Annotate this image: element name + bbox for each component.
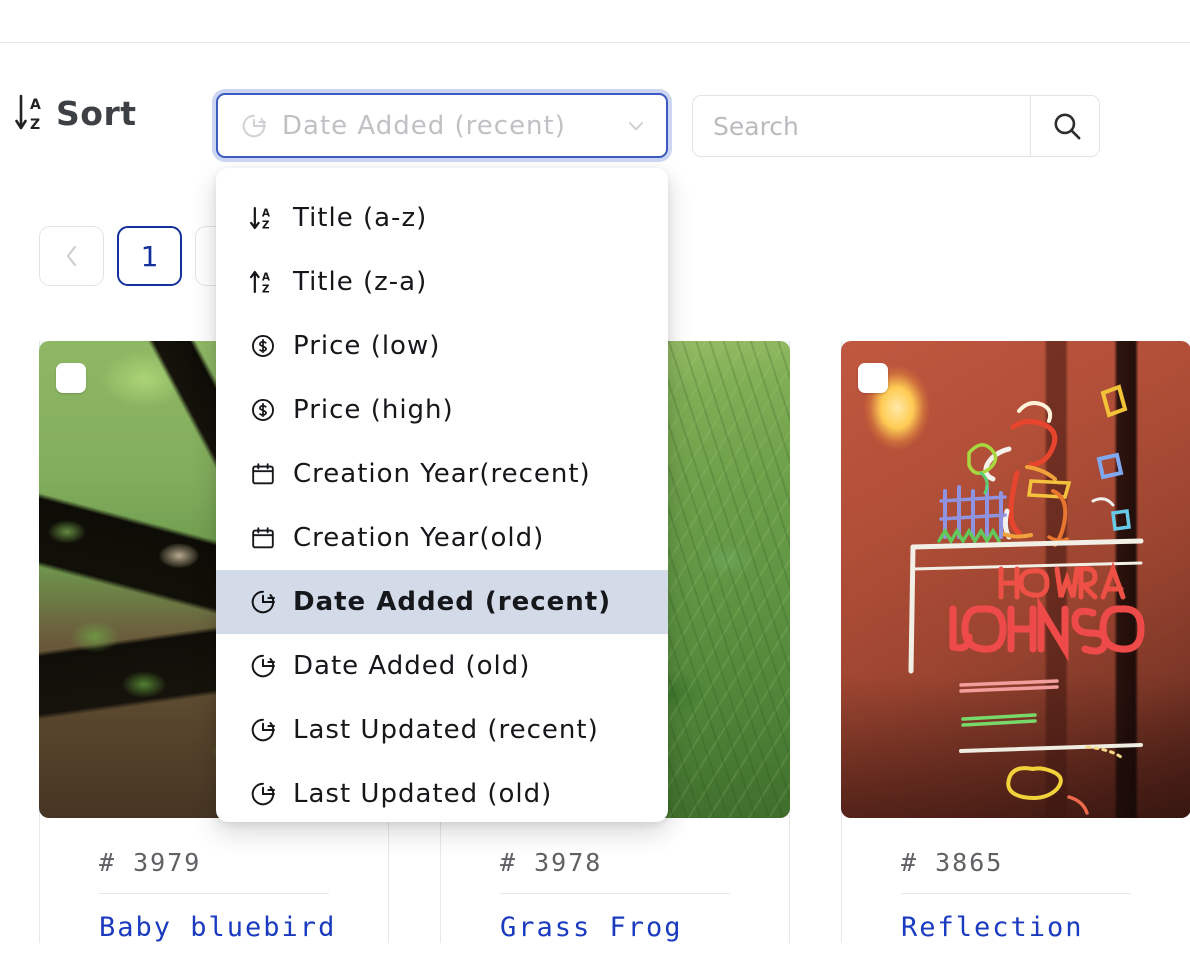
dollar-circle-icon (252, 399, 274, 421)
search-input[interactable] (693, 96, 1030, 156)
sort-menu-item[interactable]: Price (low) (216, 314, 668, 378)
card-title-link[interactable]: Reflection (901, 912, 1190, 943)
card-id: # 3979 (99, 848, 202, 877)
sort-menu-item[interactable]: Date Added (old) (216, 634, 668, 698)
sort-select-value: Date Added (recent) (282, 110, 566, 141)
sort-label-group: A Z Sort (14, 92, 137, 134)
card-id: # 3978 (500, 848, 603, 877)
sort-menu-item[interactable]: Price (high) (216, 378, 668, 442)
card-body: # 3979 Baby bluebird (40, 818, 388, 943)
chevron-left-icon (66, 246, 76, 266)
svg-text:A: A (30, 97, 41, 113)
sort-menu-item[interactable]: Last Updated (recent) (216, 698, 668, 762)
clock-history-icon (251, 590, 275, 614)
search-button[interactable] (1030, 96, 1099, 156)
svg-text:A: A (262, 207, 271, 219)
sort-menu-item-label: Title (a-z) (293, 203, 428, 233)
sort-menu-item-label: Date Added (old) (293, 651, 531, 681)
card-select-checkbox[interactable] (56, 363, 86, 393)
search-icon (1054, 113, 1080, 140)
dollar-circle-icon (252, 335, 274, 357)
sort-menu-item-label: Last Updated (recent) (293, 715, 599, 745)
svg-text:Z: Z (262, 220, 270, 232)
pagination-page-1[interactable]: 1 (117, 226, 182, 286)
card-id: # 3865 (901, 848, 1004, 877)
sort-menu-item-label: Last Updated (old) (293, 779, 553, 809)
sort-menu-item-label: Price (low) (293, 331, 441, 361)
sort-menu-item[interactable]: A Z Title (z-a) (216, 250, 668, 314)
card-divider (500, 893, 730, 894)
neon-sign-reflection-photo (841, 341, 1190, 818)
card-body: # 3978 Grass Frog (441, 818, 789, 943)
sort-select[interactable]: Date Added (recent) (216, 93, 668, 158)
pagination-prev-button[interactable] (39, 226, 104, 286)
sort-menu-item[interactable]: Creation Year(recent) (216, 442, 668, 506)
sort-alpha-down-icon: AZ (249, 206, 271, 232)
sort-alpha-up-icon: AZ (249, 270, 271, 296)
card-title-link[interactable]: Grass Frog (500, 912, 789, 943)
sort-menu-item-label: Creation Year(old) (293, 523, 545, 553)
header-divider (0, 42, 1190, 43)
sort-menu-item[interactable]: Last Updated (old) (216, 762, 668, 822)
sort-alpha-down-icon: A Z (15, 94, 41, 133)
sort-menu-item-label: Title (z-a) (293, 267, 428, 297)
sort-menu-item-label: Price (high) (293, 395, 454, 425)
page-title: Sort (56, 93, 137, 133)
sort-menu-item[interactable]: A Z Title (a-z) (216, 186, 668, 250)
calendar-icon (252, 527, 274, 549)
card-select-checkbox[interactable] (858, 363, 888, 393)
clock-history-icon (242, 114, 266, 137)
clock-history-icon (251, 718, 275, 742)
svg-text:Z: Z (30, 117, 40, 133)
clock-history-icon (251, 782, 275, 806)
svg-text:A: A (262, 271, 271, 283)
neon-sign-artwork (908, 384, 1145, 815)
sort-menu-item[interactable]: Creation Year(old) (216, 506, 668, 570)
clock-history-icon (251, 654, 275, 678)
svg-text:Z: Z (262, 284, 270, 296)
card-divider (901, 893, 1131, 894)
chevron-down-icon[interactable] (624, 114, 648, 138)
gallery-card[interactable]: # 3865 Reflection (841, 341, 1190, 943)
sort-menu-item-label: Creation Year(recent) (293, 459, 591, 489)
sort-menu-item-label: Date Added (recent) (293, 587, 612, 617)
sort-menu-item[interactable]: Date Added (recent) (216, 570, 668, 634)
search-box[interactable] (692, 95, 1100, 157)
card-body: # 3865 Reflection (842, 818, 1190, 943)
card-title-link[interactable]: Baby bluebird (99, 912, 388, 943)
card-divider (99, 893, 329, 894)
calendar-icon (252, 463, 274, 485)
card-image[interactable] (841, 341, 1190, 818)
sort-dropdown-menu: A Z Title (a-z) A Z Title (z-a) Price (low) Pri… (216, 168, 668, 822)
